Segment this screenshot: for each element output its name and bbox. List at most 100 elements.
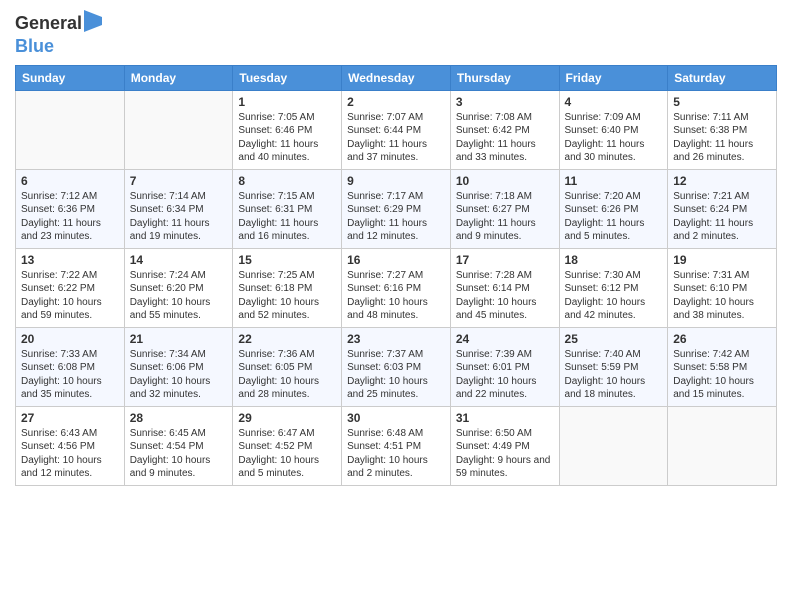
- cell-info: Sunrise: 7:40 AMSunset: 5:59 PMDaylight:…: [565, 348, 663, 402]
- header-row: SundayMondayTuesdayWednesdayThursdayFrid…: [16, 65, 777, 90]
- day-number: 7: [130, 174, 228, 188]
- daylight-text: Daylight: 10 hours and 38 minutes.: [673, 297, 754, 322]
- calendar-cell: 31Sunrise: 6:50 AMSunset: 4:49 PMDayligh…: [450, 406, 559, 485]
- sunrise-text: Sunrise: 7:17 AM: [347, 191, 423, 202]
- day-header-tuesday: Tuesday: [233, 65, 342, 90]
- sunset-text: Sunset: 6:20 PM: [130, 283, 204, 294]
- cell-info: Sunrise: 7:25 AMSunset: 6:18 PMDaylight:…: [238, 269, 336, 323]
- cell-info: Sunrise: 7:27 AMSunset: 6:16 PMDaylight:…: [347, 269, 445, 323]
- sunrise-text: Sunrise: 7:40 AM: [565, 349, 641, 360]
- daylight-text: Daylight: 10 hours and 35 minutes.: [21, 376, 102, 401]
- sunset-text: Sunset: 6:40 PM: [565, 125, 639, 136]
- calendar-cell: 13 Sunrise: 7:22 AMSunset: 6:22 PMDayligh…: [16, 248, 125, 327]
- calendar-cell: 28 Sunrise: 6:45 AMSunset: 4:54 PMDayligh…: [124, 406, 233, 485]
- calendar-cell: 21Sunrise: 7:34 AMSunset: 6:06 PMDayligh…: [124, 327, 233, 406]
- sunset-text: Sunset: 6:34 PM: [130, 204, 204, 215]
- sunrise-text: Sunrise: 7:39 AM: [456, 349, 532, 360]
- daylight-text: Daylight: 11 hours and 19 minutes.: [130, 218, 210, 243]
- day-number: 1: [238, 95, 336, 109]
- cell-info: Sunrise: 7:15 AMSunset: 6:31 PMDaylight:…: [238, 190, 336, 244]
- sunset-text: Sunset: 6:38 PM: [673, 125, 747, 136]
- daylight-text: Daylight: 10 hours and 25 minutes.: [347, 376, 428, 401]
- sunset-text: Sunset: 5:58 PM: [673, 362, 747, 373]
- sunrise-text: Sunrise: 7:31 AM: [673, 270, 749, 281]
- cell-info: Sunrise: 7:12 AMSunset: 6:36 PMDaylight:…: [21, 190, 119, 244]
- day-number: 14: [130, 253, 228, 267]
- calendar-cell: 24Sunrise: 7:39 AMSunset: 6:01 PMDayligh…: [450, 327, 559, 406]
- sunset-text: Sunset: 6:36 PM: [21, 204, 95, 215]
- cell-info: Sunrise: 6:45 AMSunset: 4:54 PMDaylight:…: [130, 427, 228, 481]
- sunset-text: Sunset: 5:59 PM: [565, 362, 639, 373]
- cell-info: Sunrise: 7:22 AMSunset: 6:22 PMDaylight:…: [21, 269, 119, 323]
- daylight-text: Daylight: 10 hours and 5 minutes.: [238, 455, 319, 480]
- logo-text-blue: Blue: [15, 37, 54, 57]
- cell-info: Sunrise: 6:50 AMSunset: 4:49 PMDaylight:…: [456, 427, 554, 481]
- calendar-table: SundayMondayTuesdayWednesdayThursdayFrid…: [15, 65, 777, 486]
- day-number: 3: [456, 95, 554, 109]
- calendar-cell: 30Sunrise: 6:48 AMSunset: 4:51 PMDayligh…: [342, 406, 451, 485]
- day-number: 8: [238, 174, 336, 188]
- sunset-text: Sunset: 6:08 PM: [21, 362, 95, 373]
- sunrise-text: Sunrise: 7:08 AM: [456, 112, 532, 123]
- sunrise-text: Sunrise: 7:42 AM: [673, 349, 749, 360]
- cell-info: Sunrise: 7:31 AM Sunset: 6:10 PM Daylight:…: [673, 269, 771, 323]
- day-number: 20: [21, 332, 119, 346]
- daylight-text: Daylight: 11 hours and 16 minutes.: [238, 218, 318, 243]
- sunrise-text: Sunrise: 7:05 AM: [238, 112, 314, 123]
- day-header-friday: Friday: [559, 65, 668, 90]
- daylight-text: Daylight: 11 hours and 26 minutes.: [673, 139, 753, 164]
- calendar-cell: [124, 90, 233, 169]
- cell-info: Sunrise: 7:24 AMSunset: 6:20 PMDaylight:…: [130, 269, 228, 323]
- sunset-text: Sunset: 6:06 PM: [130, 362, 204, 373]
- calendar-cell: 22Sunrise: 7:36 AMSunset: 6:05 PMDayligh…: [233, 327, 342, 406]
- daylight-text: Daylight: 10 hours and 48 minutes.: [347, 297, 428, 322]
- sunset-text: Sunset: 6:26 PM: [565, 204, 639, 215]
- sunset-text: Sunset: 4:51 PM: [347, 441, 421, 452]
- calendar-cell: 20 Sunrise: 7:33 AMSunset: 6:08 PMDayligh…: [16, 327, 125, 406]
- sunrise-text: Sunrise: 7:12 AM: [21, 191, 97, 202]
- calendar-cell: 26Sunrise: 7:42 AMSunset: 5:58 PMDayligh…: [668, 327, 777, 406]
- daylight-text: Daylight: 10 hours and 2 minutes.: [347, 455, 428, 480]
- page: General Blue SundayMondayTuesdayWednesd: [0, 0, 792, 612]
- sunset-text: Sunset: 6:03 PM: [347, 362, 421, 373]
- cell-info: Sunrise: 6:47 AMSunset: 4:52 PMDaylight:…: [238, 427, 336, 481]
- sunset-text: Sunset: 6:10 PM: [673, 283, 747, 294]
- cell-info: Sunrise: 7:17 AM Sunset: 6:29 PM Daylight:…: [347, 190, 445, 244]
- cell-info: Sunrise: 7:14 AMSunset: 6:34 PMDaylight:…: [130, 190, 228, 244]
- day-number: 17: [456, 253, 554, 267]
- sunset-text: Sunset: 6:12 PM: [565, 283, 639, 294]
- sunrise-text: Sunrise: 7:37 AM: [347, 349, 423, 360]
- sunrise-text: Sunrise: 7:15 AM: [238, 191, 314, 202]
- sunset-text: Sunset: 6:14 PM: [456, 283, 530, 294]
- cell-info: Sunrise: 7:07 AMSunset: 6:44 PMDaylight:…: [347, 111, 445, 165]
- sunrise-text: Sunrise: 6:43 AM: [21, 428, 97, 439]
- sunrise-text: Sunrise: 6:47 AM: [238, 428, 314, 439]
- week-row-0: 1Sunrise: 7:05 AMSunset: 6:46 PMDaylight…: [16, 90, 777, 169]
- sunrise-text: Sunrise: 7:24 AM: [130, 270, 206, 281]
- calendar-cell: 29Sunrise: 6:47 AMSunset: 4:52 PMDayligh…: [233, 406, 342, 485]
- day-number: 12: [673, 174, 771, 188]
- cell-info: Sunrise: 7:33 AMSunset: 6:08 PMDaylight:…: [21, 348, 119, 402]
- calendar-cell: 19Sunrise: 7:31 AMSunset: 6:10 PMDayligh…: [668, 248, 777, 327]
- calendar-cell: 4Sunrise: 7:09 AMSunset: 6:40 PMDaylight…: [559, 90, 668, 169]
- sunrise-text: Sunrise: 7:11 AM: [673, 112, 748, 123]
- cell-info: Sunrise: 7:09 AMSunset: 6:40 PMDaylight:…: [565, 111, 663, 165]
- daylight-text: Daylight: 9 hours and 59 minutes.: [456, 455, 551, 480]
- sunrise-text: Sunrise: 7:25 AM: [238, 270, 314, 281]
- day-number: 9: [347, 174, 445, 188]
- cell-info: Sunrise: 6:43 AMSunset: 4:56 PMDaylight:…: [21, 427, 119, 481]
- sunset-text: Sunset: 6:29 PM: [347, 204, 421, 215]
- day-number: 13: [21, 253, 119, 267]
- cell-info: Sunrise: 7:11 AM Sunset: 6:38 PM Daylight:…: [673, 111, 771, 165]
- daylight-text: Daylight: 11 hours and 12 minutes.: [347, 218, 427, 243]
- calendar-cell: 6Sunrise: 7:12 AMSunset: 6:36 PMDaylight…: [16, 169, 125, 248]
- day-number: 28: [130, 411, 228, 425]
- sunset-text: Sunset: 6:42 PM: [456, 125, 530, 136]
- day-header-thursday: Thursday: [450, 65, 559, 90]
- cell-info: Sunrise: 7:30 AMSunset: 6:12 PMDaylight:…: [565, 269, 663, 323]
- calendar-cell: 27Sunrise: 6:43 AMSunset: 4:56 PMDayligh…: [16, 406, 125, 485]
- calendar-cell: 11Sunrise: 7:20 AMSunset: 6:26 PMDayligh…: [559, 169, 668, 248]
- day-number: 18: [565, 253, 663, 267]
- calendar-cell: 23Sunrise: 7:37 AMSunset: 6:03 PMDayligh…: [342, 327, 451, 406]
- sunrise-text: Sunrise: 7:18 AM: [456, 191, 532, 202]
